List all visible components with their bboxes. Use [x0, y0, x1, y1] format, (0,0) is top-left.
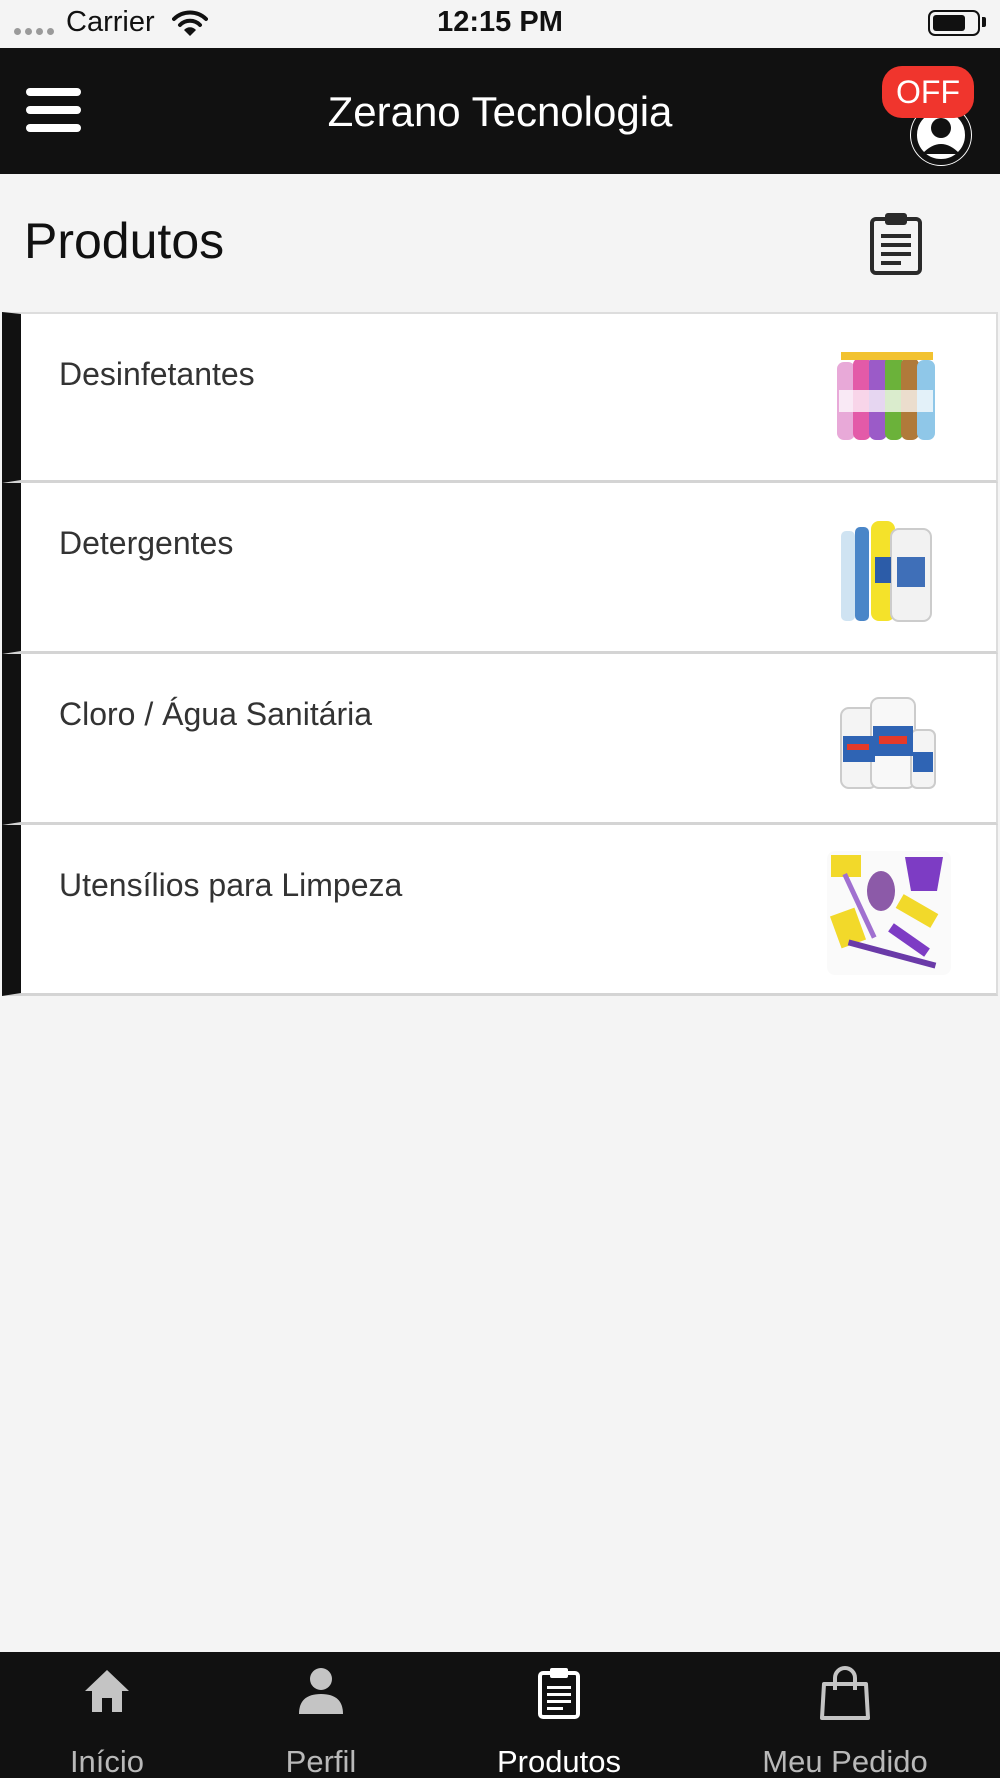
tab-produtos[interactable]: Produtos — [466, 1652, 652, 1778]
app-header: Zerano Tecnologia OFF — [0, 48, 1000, 174]
app-title: Zerano Tecnologia — [327, 88, 673, 135]
list-item-label: Detergentes — [59, 525, 234, 561]
page-title: Produtos — [24, 213, 225, 269]
disinfectant-bottles-image — [837, 352, 935, 440]
tab-inicio[interactable]: Início — [14, 1652, 200, 1778]
cleaning-utensils-image — [827, 851, 951, 975]
list-item-desinfetantes[interactable]: Desinfetantes — [2, 312, 998, 483]
clipboard-icon[interactable] — [868, 210, 924, 276]
home-icon — [85, 1670, 129, 1712]
clipboard-icon — [538, 1668, 580, 1719]
battery-icon — [928, 10, 980, 36]
bleach-bottles-image — [840, 697, 936, 789]
tab-bar: Início Perfil Produtos Meu Pedido — [0, 1652, 1000, 1778]
tab-label: Início — [69, 1744, 145, 1778]
detergent-bottles-image — [841, 521, 932, 622]
list-item-utensilios[interactable]: Utensílios para Limpeza — [2, 825, 998, 996]
tab-label: Produtos — [496, 1744, 622, 1778]
list-item-label: Utensílios para Limpeza — [59, 867, 403, 903]
tab-perfil[interactable]: Perfil — [228, 1652, 414, 1778]
category-list: Desinfetantes Detergentes Cloro / Água S… — [2, 312, 998, 996]
tab-label: Meu Pedido — [762, 1744, 928, 1778]
list-item-detergentes[interactable]: Detergentes — [2, 483, 998, 654]
status-bar: Carrier 12:15 PM — [0, 0, 1000, 48]
list-item-label: Desinfetantes — [59, 356, 255, 392]
tab-meu-pedido[interactable]: Meu Pedido — [740, 1652, 950, 1778]
tab-label: Perfil — [285, 1744, 357, 1778]
clock: 12:15 PM — [437, 6, 563, 38]
shopping-bag-icon — [820, 1666, 870, 1720]
list-item-label: Cloro / Água Sanitária — [59, 696, 373, 732]
person-icon — [299, 1668, 343, 1714]
list-item-cloro[interactable]: Cloro / Água Sanitária — [2, 654, 998, 825]
status-badge[interactable]: OFF — [882, 66, 974, 118]
